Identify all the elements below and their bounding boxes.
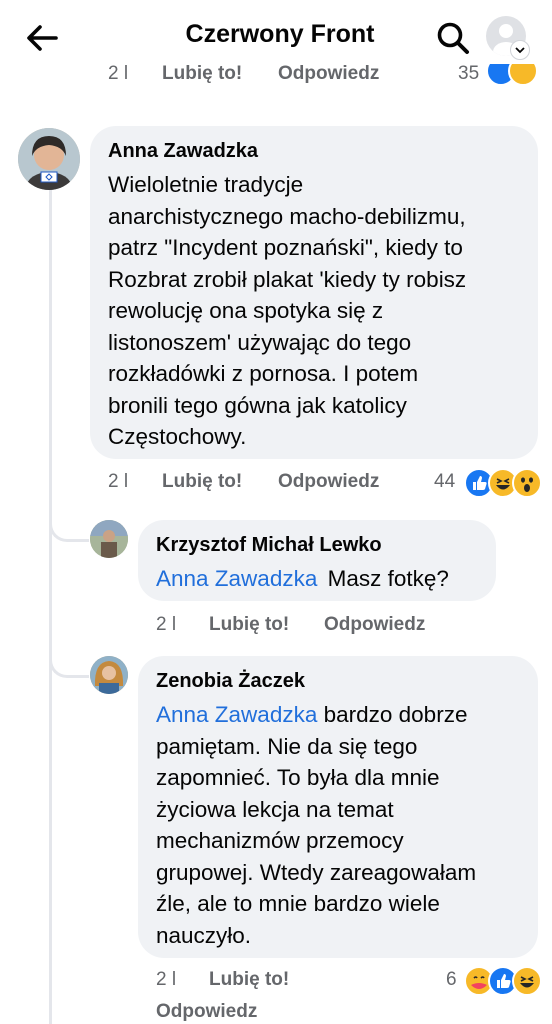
comment-actions: 2 l Lubię to! Odpowiedz 44 (0, 468, 552, 498)
comment-line: anarchistycznego macho-debilizmu, (108, 203, 466, 229)
haha-reaction-icon (512, 966, 542, 996)
wow-reaction-icon (512, 468, 542, 498)
comment-actions: 2 l Lubię to! Odpowiedz 6 (0, 966, 552, 1024)
comment-line: patrz "Incydent poznański", kiedy to (108, 235, 463, 260)
comment-time: 2 l (108, 471, 129, 492)
comment-line: życiowa lekcja na temat (156, 796, 394, 822)
comment-author[interactable]: Krzysztof Michał Lewko (156, 534, 478, 557)
comment-line-text: bardzo dobrze (317, 702, 468, 727)
reaction-count[interactable]: 6 (446, 969, 457, 991)
comment-line: źle, ale to mnie bardzo wiele (156, 891, 440, 916)
comment-line: Wieloletnie tradycje (108, 172, 304, 197)
comment-line: grupowej. Wtedy zareagowałam (156, 859, 477, 885)
reply-button[interactable]: Odpowiedz (278, 64, 379, 85)
comment-author[interactable]: Zenobia Żaczek (156, 670, 520, 693)
mention-link[interactable]: Anna Zawadzka (156, 702, 317, 727)
reply-connector (49, 656, 89, 678)
top-app-bar: Czerwony Front (0, 0, 552, 72)
comment-bubble[interactable]: Anna Zawadzka Wieloletnie tradycje anarc… (90, 126, 538, 459)
comment-bubble[interactable]: Krzysztof Michał Lewko Anna Zawadzka Mas… (138, 520, 496, 601)
search-button[interactable] (434, 18, 472, 58)
comment-line: mechanizmów przemocy (156, 828, 404, 853)
comment-line: Częstochowy. (108, 424, 247, 449)
profile-menu-button[interactable] (486, 16, 530, 60)
mention-link[interactable]: Anna Zawadzka (156, 566, 317, 591)
like-button[interactable]: Lubię to! (162, 471, 242, 493)
reply-button[interactable]: Odpowiedz (156, 1001, 257, 1023)
comment-line: zapomnieć. To była dla mnie (156, 765, 440, 790)
like-button[interactable]: Lubię to! (209, 614, 289, 636)
comment-bubble[interactable]: Zenobia Żaczek Anna Zawadzka bardzo dobr… (138, 656, 538, 958)
comment-time: 2 l (156, 969, 177, 990)
like-button[interactable]: Lubię to! (162, 64, 242, 85)
reaction-count[interactable]: 35 (458, 64, 479, 85)
thread-line (49, 190, 52, 1024)
comment-line: bronili tego gówna jak katolicy (108, 392, 407, 418)
chevron-down-icon (510, 40, 530, 60)
back-button[interactable] (22, 18, 62, 58)
comment-text: Anna Zawadzka bardzo dobrze pamiętam. Ni… (156, 699, 520, 951)
comment-line: nauczyło. (156, 922, 252, 948)
comment-line: rewolucję ona spotyka się z (108, 298, 384, 323)
avatar[interactable] (18, 128, 80, 190)
arrow-left-icon (27, 25, 58, 51)
haha-reaction-icon (508, 64, 538, 86)
reply-button[interactable]: Odpowiedz (324, 614, 425, 636)
reply-button[interactable]: Odpowiedz (278, 471, 379, 493)
reaction-count[interactable]: 44 (434, 471, 455, 493)
page-title: Czerwony Front (185, 20, 375, 48)
comment-body: Masz fotkę? (327, 566, 449, 591)
avatar[interactable] (90, 656, 128, 694)
search-icon (437, 22, 469, 54)
comment-text: Anna Zawadzka Masz fotkę? (156, 563, 478, 595)
like-button[interactable]: Lubię to! (209, 969, 289, 991)
comment-line: Anna Zawadzka bardzo dobrze (156, 699, 520, 731)
comment-text: Wieloletnie tradycje anarchistycznego ma… (108, 169, 520, 453)
previous-comment-actions: 2 l Lubię to! Odpowiedz 35 (0, 64, 552, 96)
comment-time: 2 l (156, 614, 177, 635)
comment-line: rozkładówki z pornosa. I potem (108, 361, 419, 386)
comment-line: listonoszem' używając do tego (108, 329, 412, 355)
comment-author[interactable]: Anna Zawadzka (108, 140, 520, 163)
avatar[interactable] (90, 520, 128, 558)
reply-connector (49, 520, 89, 542)
comment-line: Rozbrat zrobił plakat 'kiedy ty robisz (108, 266, 467, 292)
comment-time: 2 l (108, 64, 129, 84)
comment-actions: 2 l Lubię to! Odpowiedz (0, 611, 552, 641)
comment-line: pamiętam. Nie da się tego (156, 733, 418, 759)
